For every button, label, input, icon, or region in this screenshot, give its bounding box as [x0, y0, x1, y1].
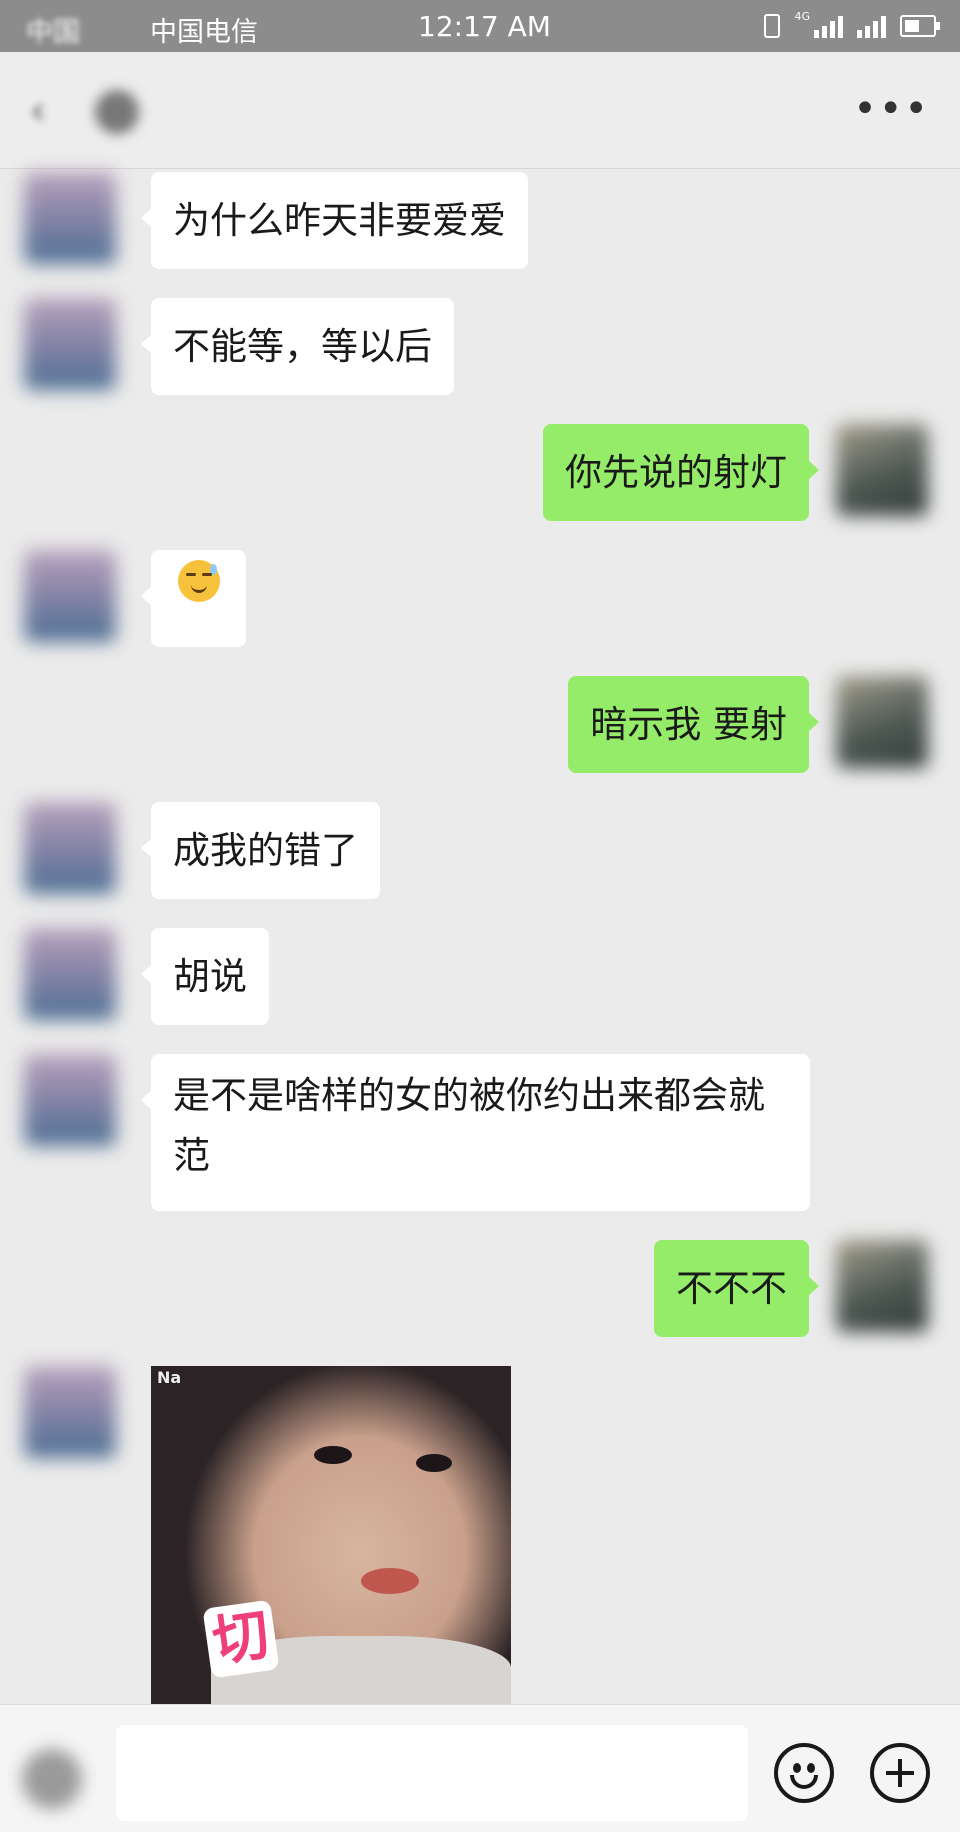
message-bubble-received[interactable]: 不能等，等以后 — [141, 298, 454, 395]
message-bubble-received[interactable]: 是不是啥样的女的被你约出来都会就范 — [141, 1054, 810, 1211]
contact-avatar[interactable] — [24, 1054, 116, 1146]
contact-avatar[interactable] — [24, 298, 116, 390]
voice-input-icon[interactable] — [22, 1749, 82, 1809]
input-bar — [0, 1704, 960, 1832]
message-bubble-received[interactable]: 成我的错了 — [141, 802, 380, 899]
contact-avatar[interactable] — [24, 802, 116, 894]
carrier-1-label: 中国 — [26, 17, 80, 48]
add-attachment-icon[interactable] — [870, 1743, 930, 1803]
my-avatar[interactable] — [836, 1240, 928, 1332]
status-bar: 中国 中国电信 12:17 AM 4G — [0, 0, 960, 52]
sticker-message[interactable]: Na 切 — [151, 1366, 511, 1704]
signal-2-icon — [857, 14, 886, 38]
my-avatar[interactable] — [836, 676, 928, 768]
sticker-watermark: Na — [157, 1368, 182, 1387]
message-bubble-sent[interactable]: 你先说的射灯 — [543, 424, 819, 521]
message-input[interactable] — [116, 1725, 748, 1821]
contact-avatar[interactable] — [24, 928, 116, 1020]
message-bubble-received-emoji[interactable] — [141, 550, 246, 647]
chat-title-blurred — [95, 90, 139, 134]
contact-avatar[interactable] — [24, 172, 116, 264]
my-avatar[interactable] — [836, 424, 928, 516]
sticker-eye-right — [416, 1454, 452, 1472]
chat-header: ‹ ••• — [0, 52, 960, 169]
more-options-button[interactable]: ••• — [853, 86, 930, 132]
contact-avatar[interactable] — [24, 1366, 116, 1458]
sweat-grin-emoji-icon — [177, 560, 220, 602]
battery-icon — [900, 15, 940, 37]
network-type: 4G — [794, 9, 810, 23]
message-bubble-sent[interactable]: 暗示我 要射 — [568, 676, 819, 773]
sticker-mouth — [361, 1568, 419, 1594]
sticker-caption: 切 — [202, 1599, 280, 1679]
sticker-eye-left — [314, 1446, 352, 1464]
signal-icon — [814, 14, 843, 38]
emoji-button-icon[interactable] — [774, 1743, 834, 1803]
carrier-2-label: 中国电信 — [150, 17, 258, 48]
message-bubble-received[interactable]: 胡说 — [141, 928, 269, 1025]
message-bubble-received[interactable]: 为什么昨天非要爱爱 — [141, 172, 528, 269]
vibrate-icon — [764, 14, 781, 38]
message-bubble-sent[interactable]: 不不不 — [654, 1240, 819, 1337]
contact-avatar[interactable] — [24, 550, 116, 642]
clock: 12:17 AM — [418, 10, 551, 43]
status-icons: 4G — [764, 9, 940, 40]
back-arrow-icon[interactable]: ‹ — [30, 88, 46, 134]
